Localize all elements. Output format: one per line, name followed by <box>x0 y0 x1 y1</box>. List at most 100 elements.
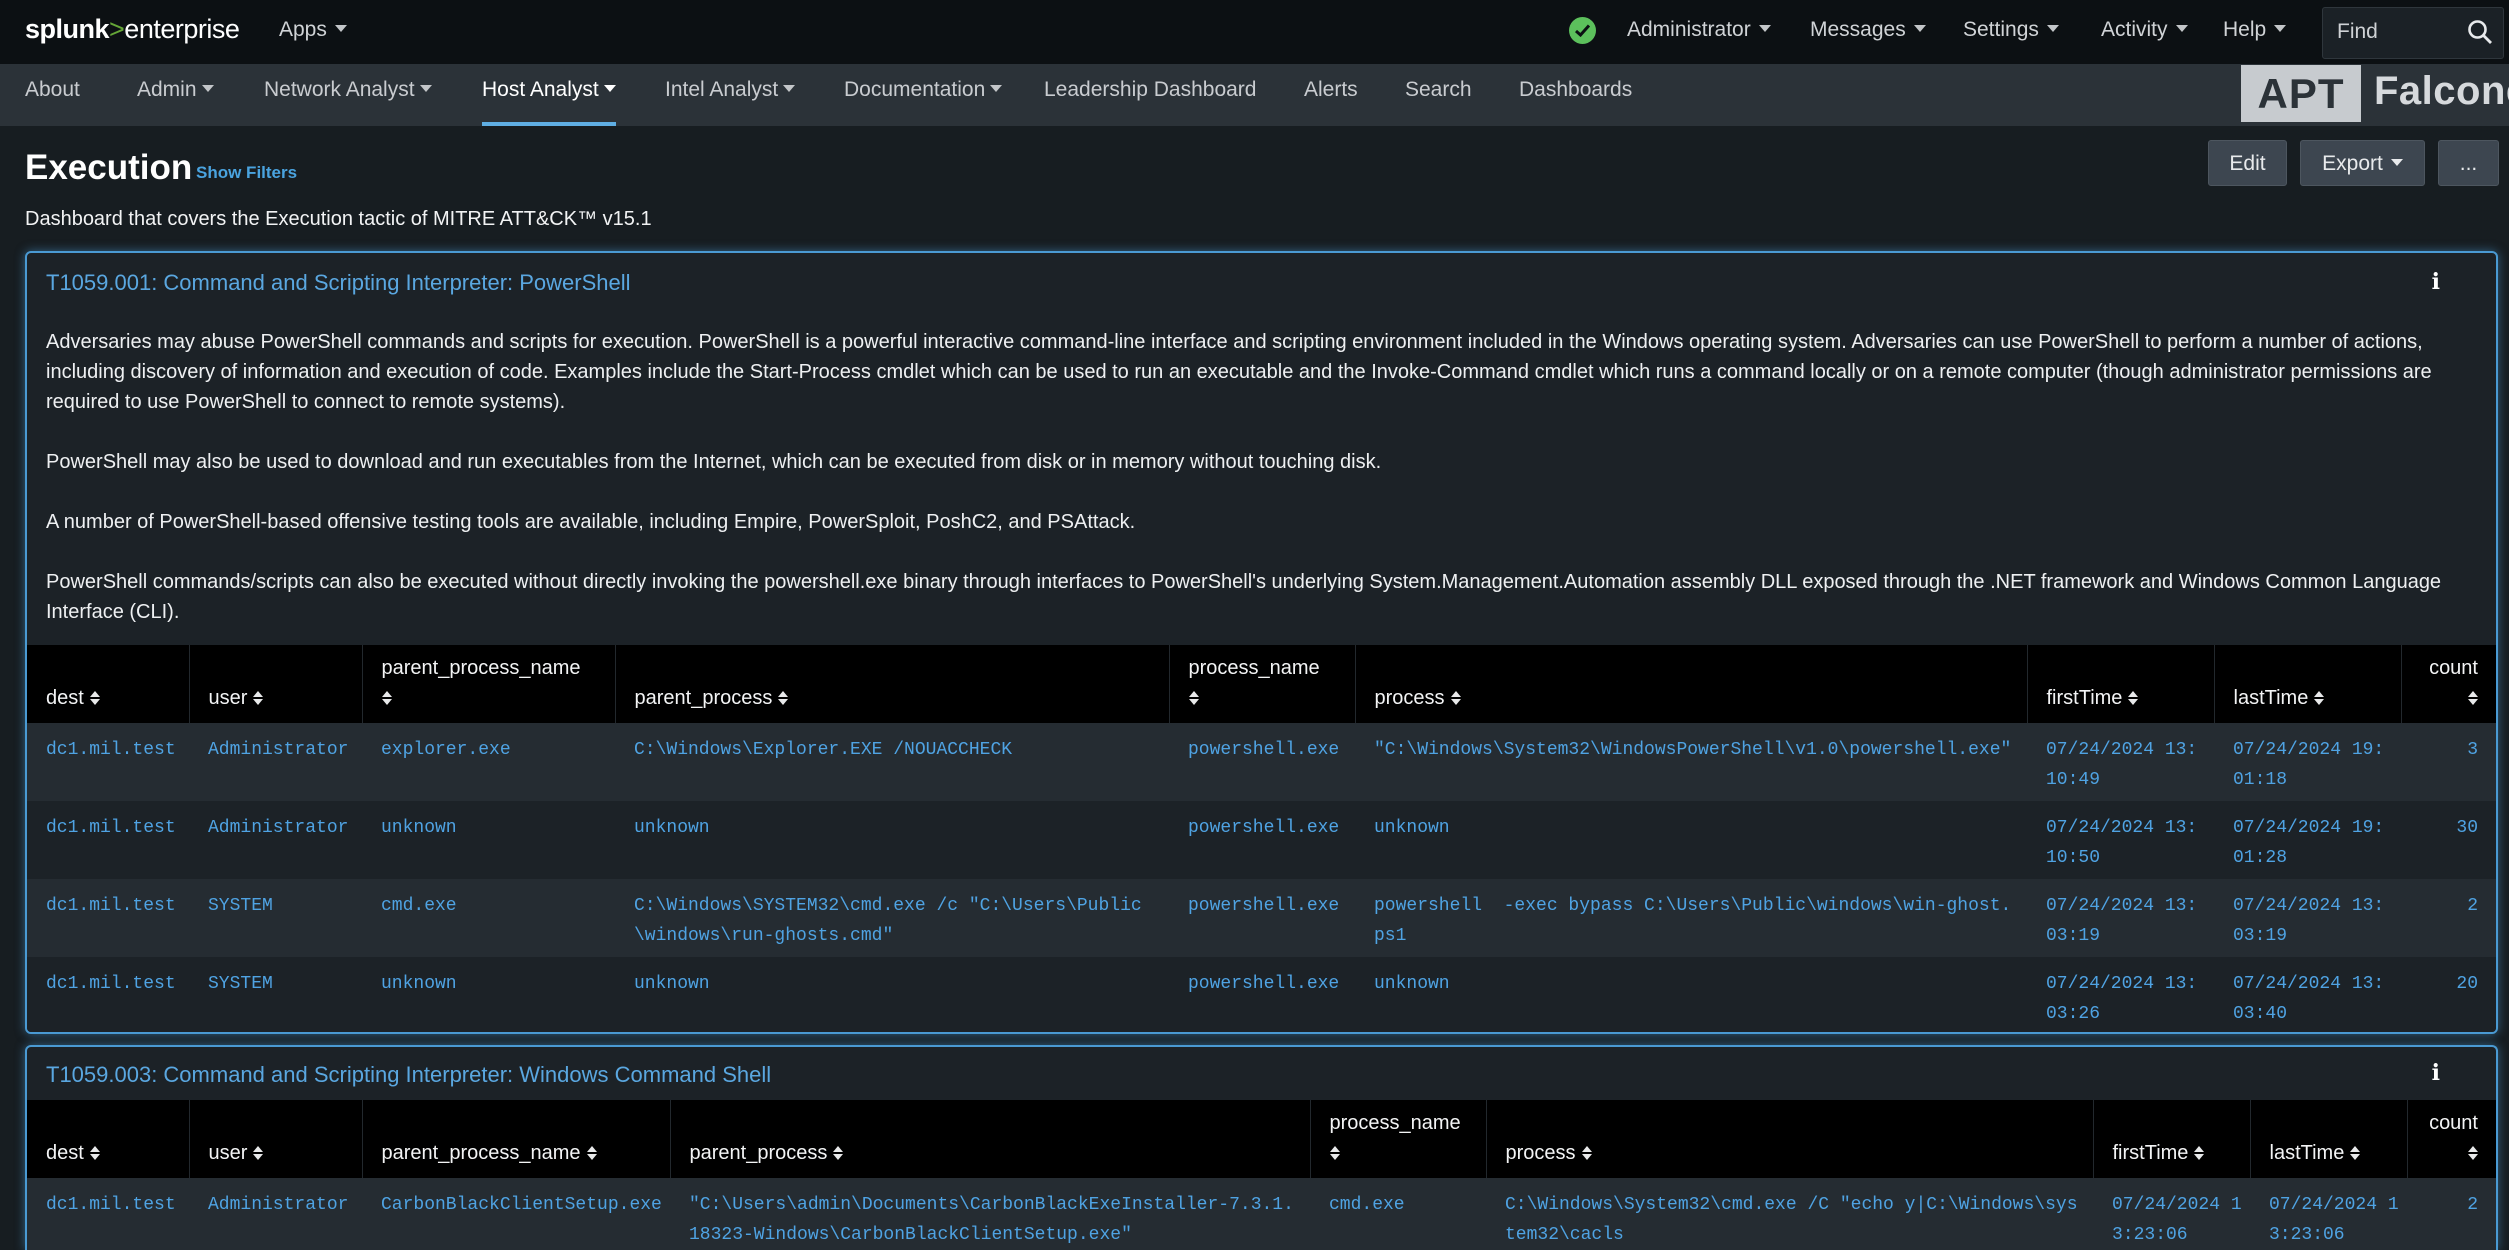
column-header-parent-process[interactable]: parent_process <box>615 645 1170 723</box>
chevron-down-icon <box>2175 24 2188 32</box>
table-header-row: dest user parent_process_name parent_pro… <box>27 645 2496 723</box>
cell-first-time[interactable]: 07/24/2024 13:03:26 <box>2027 957 2214 1032</box>
cell-parent-process-name[interactable]: explorer.exe <box>362 723 615 801</box>
column-header-process-name[interactable]: process_name <box>1310 1100 1487 1178</box>
cell-parent-process[interactable]: C:\Windows\Explorer.EXE /NOUACCHECK <box>615 723 1169 801</box>
cell-parent-process[interactable]: unknown <box>615 801 1169 879</box>
column-header-parent-process-name[interactable]: parent_process_name <box>362 645 616 723</box>
cell-count[interactable]: 3 <box>2401 723 2496 801</box>
cell-process-name[interactable]: powershell.exe <box>1169 957 1355 1032</box>
cell-parent-process[interactable]: unknown <box>615 957 1169 1032</box>
cell-process-name[interactable]: powershell.exe <box>1169 723 1355 801</box>
cell-user[interactable]: SYSTEM <box>189 879 362 957</box>
table-row[interactable]: dc1.mil.test Administrator unknown unkno… <box>27 801 2496 879</box>
column-header-last-time[interactable]: lastTime <box>2214 645 2402 723</box>
column-header-label: process_name <box>1329 1112 1461 1134</box>
column-header-process-name[interactable]: process_name <box>1169 645 1356 723</box>
search-icon[interactable] <box>2467 19 2493 50</box>
column-header-last-time[interactable]: lastTime <box>2250 1100 2408 1178</box>
administrator-menu[interactable]: Administrator <box>1627 18 1771 42</box>
show-filters-link[interactable]: Show Filters <box>196 163 297 183</box>
cell-parent-process-name[interactable]: cmd.exe <box>362 879 615 957</box>
cell-user[interactable]: SYSTEM <box>189 957 362 1032</box>
cell-last-time[interactable]: 07/24/2024 19:01:28 <box>2214 801 2401 879</box>
splunk-logo[interactable]: splunk>enterprise <box>25 14 240 45</box>
cell-last-time[interactable]: 07/24/2024 19:01:18 <box>2214 723 2401 801</box>
cell-user[interactable]: Administrator <box>189 1178 362 1250</box>
column-header-process[interactable]: process <box>1486 1100 2094 1178</box>
cell-parent-process[interactable]: "C:\Users\admin\Documents\CarbonBlackExe… <box>670 1178 1310 1250</box>
cell-process[interactable]: unknown <box>1355 957 2027 1032</box>
column-header-parent-process-name[interactable]: parent_process_name <box>362 1100 671 1178</box>
cell-user[interactable]: Administrator <box>189 801 362 879</box>
cell-count[interactable]: 20 <box>2401 957 2496 1032</box>
column-header-count[interactable]: count <box>2401 645 2496 723</box>
nav-item-alerts[interactable]: Alerts <box>1304 78 1358 126</box>
cell-user[interactable]: Administrator <box>189 723 362 801</box>
column-header-parent-process[interactable]: parent_process <box>670 1100 1311 1178</box>
cell-parent-process-name[interactable]: unknown <box>362 957 615 1032</box>
cell-first-time[interactable]: 07/24/2024 13:10:50 <box>2027 801 2214 879</box>
cell-process[interactable]: C:\Windows\System32\cmd.exe /C "echo y|C… <box>1486 1178 2093 1250</box>
column-header-count[interactable]: count <box>2407 1100 2496 1178</box>
export-button[interactable]: Export <box>2300 140 2425 186</box>
table-row[interactable]: dc1.mil.test SYSTEM cmd.exe C:\Windows\S… <box>27 879 2496 957</box>
cell-process-name[interactable]: cmd.exe <box>1310 1178 1486 1250</box>
column-header-process[interactable]: process <box>1355 645 2028 723</box>
cell-last-time[interactable]: 07/24/2024 13:03:40 <box>2214 957 2401 1032</box>
cell-parent-process-name[interactable]: unknown <box>362 801 615 879</box>
nav-item-about[interactable]: About <box>25 78 80 126</box>
nav-item-network-analyst[interactable]: Network Analyst <box>264 78 432 126</box>
cell-process[interactable]: unknown <box>1355 801 2027 879</box>
cell-first-time[interactable]: 07/24/2024 13:03:19 <box>2027 879 2214 957</box>
cell-process[interactable]: "C:\Windows\System32\WindowsPowerShell\v… <box>1355 723 2027 801</box>
column-header-user[interactable]: user <box>189 1100 363 1178</box>
cell-process[interactable]: powershell -exec bypass C:\Users\Public\… <box>1355 879 2027 957</box>
table-row[interactable]: dc1.mil.test SYSTEM unknown unknown powe… <box>27 957 2496 1032</box>
find-input[interactable] <box>2335 19 2459 45</box>
cell-first-time[interactable]: 07/24/2024 13:23:06 <box>2093 1178 2250 1250</box>
cell-last-time[interactable]: 07/24/2024 13:03:19 <box>2214 879 2401 957</box>
more-actions-button[interactable]: ... <box>2438 140 2499 186</box>
cell-last-time[interactable]: 07/24/2024 13:23:06 <box>2250 1178 2407 1250</box>
cell-dest[interactable]: dc1.mil.test <box>27 723 189 801</box>
info-icon[interactable]: i <box>2432 269 2440 295</box>
cell-process-name[interactable]: powershell.exe <box>1169 801 1355 879</box>
nav-item-intel-analyst[interactable]: Intel Analyst <box>665 78 796 126</box>
settings-menu[interactable]: Settings <box>1963 18 2059 42</box>
nav-item-leadership-dashboard[interactable]: Leadership Dashboard <box>1044 78 1256 126</box>
apps-menu[interactable]: Apps <box>279 18 347 42</box>
nav-item-documentation[interactable]: Documentation <box>844 78 1003 126</box>
cell-dest[interactable]: dc1.mil.test <box>27 801 189 879</box>
info-icon[interactable]: i <box>2432 1060 2440 1086</box>
cell-count[interactable]: 30 <box>2401 801 2496 879</box>
messages-menu[interactable]: Messages <box>1810 18 1926 42</box>
cell-dest[interactable]: dc1.mil.test <box>27 879 189 957</box>
cell-count[interactable]: 2 <box>2401 879 2496 957</box>
cell-parent-process[interactable]: C:\Windows\SYSTEM32\cmd.exe /c "C:\Users… <box>615 879 1169 957</box>
cell-dest[interactable]: dc1.mil.test <box>27 1178 189 1250</box>
help-menu[interactable]: Help <box>2223 18 2287 42</box>
nav-item-host-analyst[interactable]: Host Analyst <box>482 78 616 126</box>
edit-button[interactable]: Edit <box>2208 140 2287 186</box>
nav-item-search[interactable]: Search <box>1405 78 1472 126</box>
column-header-dest[interactable]: dest <box>27 1100 190 1178</box>
column-header-user[interactable]: user <box>189 645 363 723</box>
cell-parent-process-name[interactable]: CarbonBlackClientSetup.exe <box>362 1178 670 1250</box>
nav-item-label: Search <box>1405 78 1472 101</box>
nav-item-dashboards[interactable]: Dashboards <box>1519 78 1632 126</box>
column-header-dest[interactable]: dest <box>27 645 190 723</box>
nav-item-admin[interactable]: Admin <box>137 78 214 126</box>
column-header-first-time[interactable]: firstTime <box>2093 1100 2251 1178</box>
table-row[interactable]: dc1.mil.test Administrator explorer.exe … <box>27 723 2496 801</box>
check-circle-icon[interactable] <box>1569 17 1596 44</box>
cell-first-time[interactable]: 07/24/2024 13:10:49 <box>2027 723 2214 801</box>
table-row[interactable]: dc1.mil.test Administrator CarbonBlackCl… <box>27 1178 2496 1250</box>
panel-description: Adversaries may abuse PowerShell command… <box>46 327 2446 627</box>
cell-count[interactable]: 2 <box>2407 1178 2496 1250</box>
sort-icon <box>2468 690 2478 705</box>
column-header-first-time[interactable]: firstTime <box>2027 645 2215 723</box>
cell-process-name[interactable]: powershell.exe <box>1169 879 1355 957</box>
cell-dest[interactable]: dc1.mil.test <box>27 957 189 1032</box>
activity-menu[interactable]: Activity <box>2101 18 2188 42</box>
